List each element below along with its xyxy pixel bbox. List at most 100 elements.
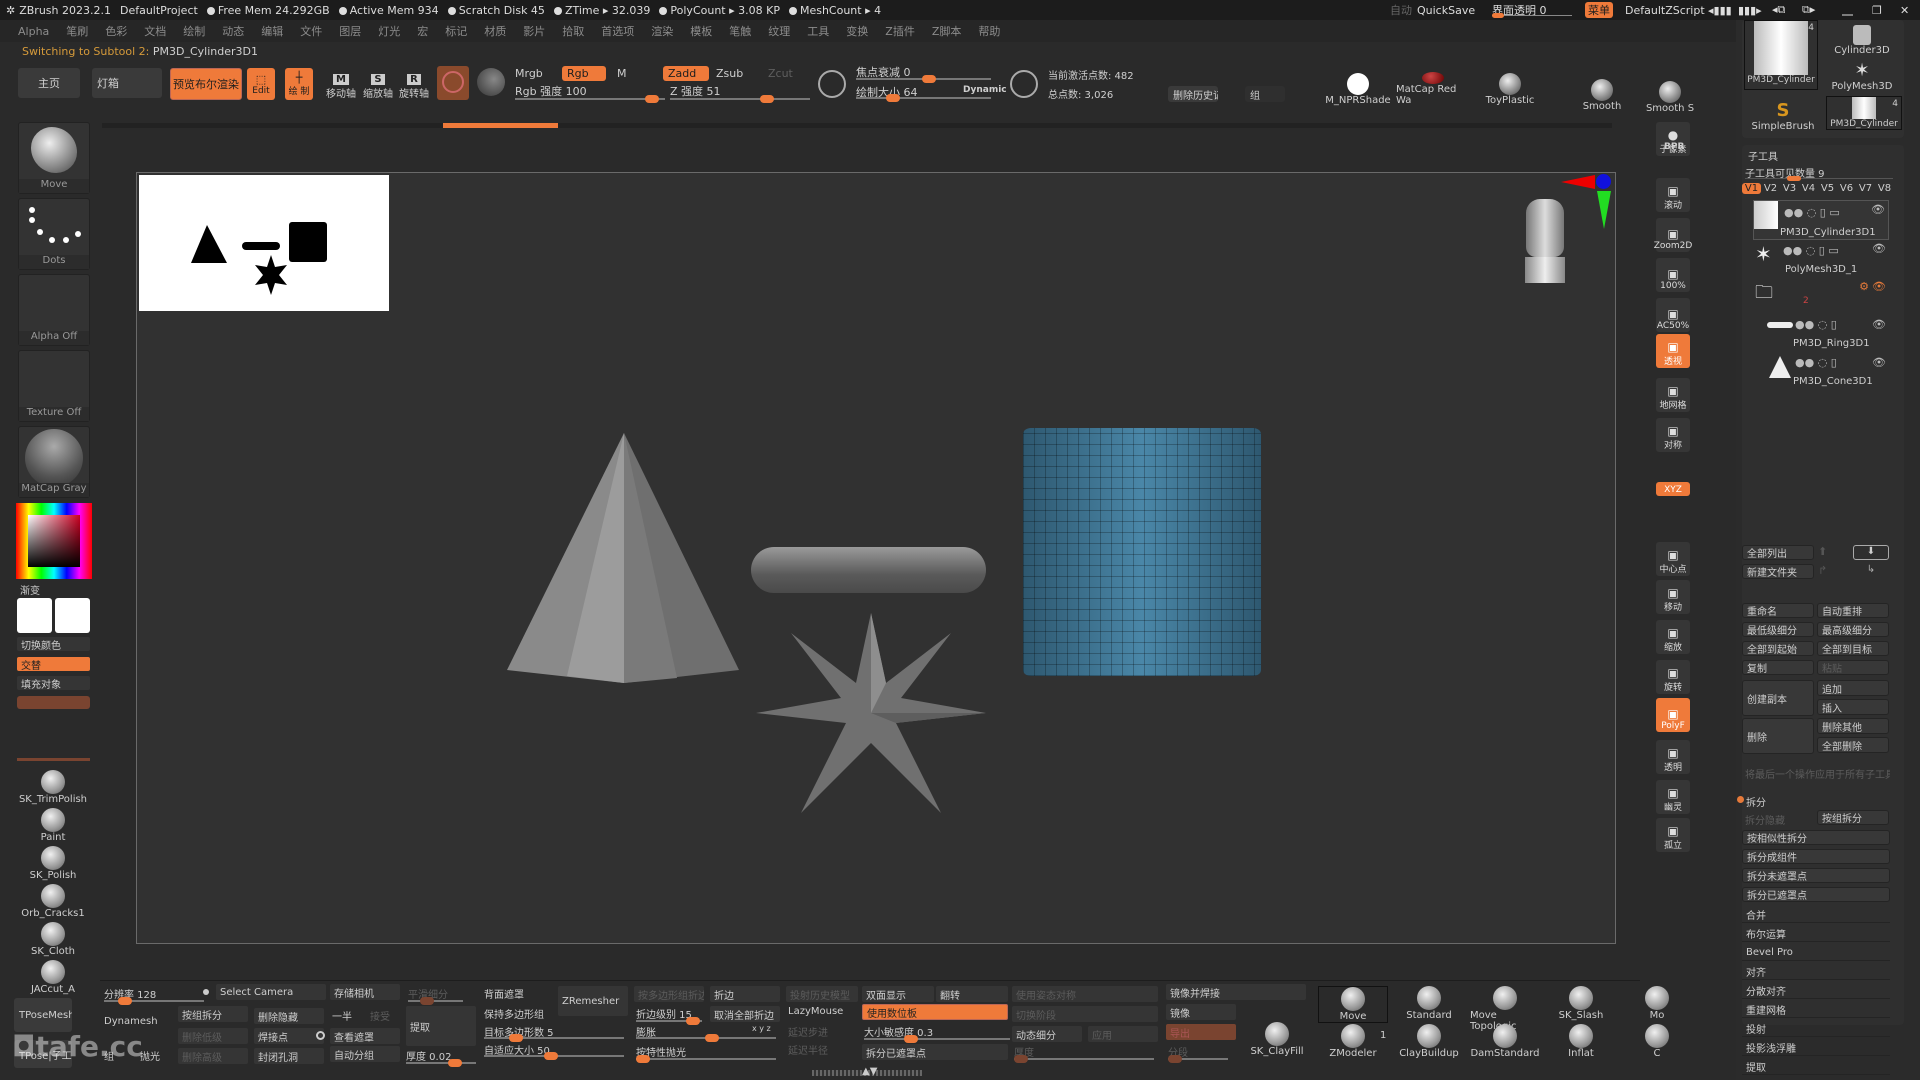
expand-collapse-icon[interactable]: ▲▼	[862, 1066, 877, 1077]
subtool-action-button[interactable]: 重命名	[1742, 603, 1814, 618]
keep-groups-button[interactable]: 保持多边形组	[484, 1006, 544, 1021]
menu-item[interactable]: 色彩	[105, 23, 127, 39]
dynamic-toggle[interactable]: Dynamic	[963, 85, 1007, 95]
color-picker[interactable]	[16, 503, 92, 579]
shelf-brush-item[interactable]: Standard	[1394, 986, 1464, 1021]
silhouette-preview[interactable]	[139, 175, 389, 311]
thumb-pm3d-cylinder-2[interactable]: PM3D_Cylinder 4	[1826, 96, 1902, 130]
delete-button[interactable]: 删除	[1742, 718, 1814, 754]
apply-all-hint[interactable]: 将最后一个操作应用于所有子工具	[1745, 766, 1890, 781]
segments-knob[interactable]	[1168, 1055, 1182, 1063]
menu-item[interactable]: 帮助	[978, 23, 1000, 39]
version-tab[interactable]: V6	[1837, 183, 1856, 194]
ring-mesh[interactable]	[751, 547, 986, 593]
visibility-eye-icon[interactable]: 👁	[1872, 242, 1886, 255]
polish-toggle[interactable]: 抛光	[140, 1048, 160, 1063]
panel-section-header[interactable]: Bevel Pro	[1742, 944, 1890, 961]
menu-item[interactable]: 灯光	[378, 23, 400, 39]
auto-group-button[interactable]: 自动分组	[330, 1046, 400, 1062]
shelf-brush-item[interactable]: C	[1622, 1024, 1692, 1059]
shelf-button-1[interactable]: ▣ 滚动	[1656, 178, 1690, 212]
menu-item[interactable]: 变换	[846, 23, 868, 39]
stroke-slot[interactable]: Dots	[18, 198, 90, 270]
uncrease-all-button[interactable]: 取消全部折边	[710, 1006, 780, 1022]
zremesher-button[interactable]: ZRemesher	[558, 986, 628, 1016]
shelf-button-10[interactable]: ▣ 缩放	[1656, 620, 1690, 654]
visibility-eye-icon[interactable]: 👁	[1872, 356, 1886, 369]
menu-item[interactable]: 动态	[222, 23, 244, 39]
menu-item[interactable]: Z插件	[885, 23, 915, 39]
subtool-action-button[interactable]: 复制	[1742, 660, 1814, 675]
half-button[interactable]: 一半	[332, 1008, 352, 1023]
weld-button[interactable]: 焊接点	[254, 1028, 324, 1044]
segments-slider[interactable]	[1168, 1055, 1228, 1063]
scroll-left-icon[interactable]: ◂▮▮▮	[1708, 4, 1732, 17]
home-button[interactable]: 主页	[18, 68, 80, 98]
draw-size-knob[interactable]	[886, 94, 900, 102]
subtool-toggles-icon[interactable]: ●● ◌ ▯	[1795, 356, 1837, 369]
redo-arrow-icon[interactable]: ↱	[1818, 564, 1827, 577]
texture-slot[interactable]: Texture Off	[18, 350, 90, 422]
subtool-item-cone[interactable]: ●● ◌ ▯ 👁 PM3D_Cone3D1	[1767, 356, 1889, 392]
shelf-brush-item[interactable]: ZModeler	[1318, 1024, 1388, 1059]
menu-item[interactable]: 绘制	[183, 23, 205, 39]
split-option-button[interactable]: 按相似性拆分	[1742, 830, 1890, 845]
thickness2-slider[interactable]	[1014, 1055, 1154, 1063]
select-camera-button[interactable]: Select Camera	[216, 984, 326, 1000]
folder-eye-icon[interactable]: 👁	[1872, 280, 1886, 293]
visible-count-track[interactable]	[1745, 178, 1893, 179]
star-mesh[interactable]	[751, 613, 991, 821]
flat-subdiv-slider[interactable]	[408, 997, 463, 1005]
panel-section-header[interactable]: 布尔运算	[1742, 925, 1890, 942]
adaptive-size-knob[interactable]	[544, 1052, 558, 1060]
extract-button[interactable]: 提取	[406, 1006, 476, 1046]
version-tab[interactable]: V8	[1875, 183, 1894, 194]
menu-item[interactable]: Alpha	[18, 25, 49, 38]
shelf-button-9[interactable]: ▣ 移动	[1656, 580, 1690, 614]
menu-item[interactable]: 宏	[417, 23, 428, 39]
quicksave-button[interactable]: QuickSave	[1417, 4, 1475, 17]
visible-count-knob[interactable]	[1787, 176, 1801, 181]
move-axis-button[interactable]: M 移动轴	[325, 68, 357, 100]
shelf-button-4[interactable]: ▣ AC50%	[1656, 298, 1690, 332]
shelf-brush-item[interactable]: DamStandard	[1470, 1024, 1540, 1059]
resolution-slider[interactable]	[104, 997, 204, 1005]
shelf-brush-item[interactable]: Move	[1318, 986, 1388, 1023]
subtool-toggles-icon[interactable]: ●● ◌ ▯ ▭	[1783, 244, 1839, 257]
split-section-title[interactable]: 拆分	[1746, 794, 1766, 809]
panel-section-header[interactable]: 重建网格	[1742, 1001, 1890, 1018]
left-brush-item[interactable]: Orb_Cracks1	[18, 884, 88, 919]
shelf-button-12[interactable]: ▣ PolyF	[1656, 698, 1690, 732]
group-field[interactable]: 组	[1245, 86, 1285, 102]
view-mask-button[interactable]: 查看遮罩	[330, 1028, 400, 1044]
size-sensitivity-knob[interactable]	[904, 1035, 918, 1043]
subtool-action-button[interactable]: 最高级细分	[1817, 622, 1889, 637]
new-folder-button[interactable]: 新建文件夹	[1742, 564, 1814, 579]
menu-item[interactable]: 文件	[300, 23, 322, 39]
shelf-button-6[interactable]: ▣ 地网格	[1656, 378, 1690, 412]
subtool-item-ring[interactable]: ●● ◌ ▯ 👁 PM3D_Ring3D1	[1767, 318, 1889, 354]
inflate-knob[interactable]	[705, 1034, 719, 1042]
zadd-button[interactable]: Zadd	[663, 66, 709, 81]
resolution-toggle[interactable]	[203, 989, 209, 995]
shelf-button-5[interactable]: ▣ 透视	[1656, 334, 1690, 368]
list-all-button[interactable]: 全部列出	[1742, 545, 1814, 560]
scroll-right-icon[interactable]: ▮▮▮▸	[1738, 4, 1762, 17]
panel-section-header[interactable]: 投射	[1742, 1020, 1890, 1037]
accept-button[interactable]: 接受	[370, 1008, 390, 1023]
inflate-xyz-toggle[interactable]: x y z	[752, 1024, 771, 1033]
shelf-button-13[interactable]: ▣ 透明	[1656, 740, 1690, 774]
zcut-button[interactable]: Zcut	[768, 67, 793, 80]
adaptive-size-slider[interactable]	[484, 1052, 624, 1060]
tpose-mesh-button[interactable]: TPoseMesh	[14, 998, 72, 1032]
subtool-title[interactable]: 子工具	[1748, 148, 1778, 163]
shelf-button-3[interactable]: ▣ 100%	[1656, 258, 1690, 292]
material-matcap-red[interactable]: MatCap Red Wa	[1396, 72, 1470, 106]
layout-prev-icon[interactable]: ◂⧉	[1772, 3, 1785, 17]
resolution-knob[interactable]	[118, 997, 132, 1005]
project-history-button[interactable]: 投射历史模型	[786, 986, 858, 1002]
use-tablet-button[interactable]: 使用数位板	[862, 1004, 1008, 1020]
draw-size-slider[interactable]	[856, 94, 991, 102]
z-intensity-knob[interactable]	[760, 95, 774, 103]
focal-shift-knob[interactable]	[922, 75, 936, 83]
